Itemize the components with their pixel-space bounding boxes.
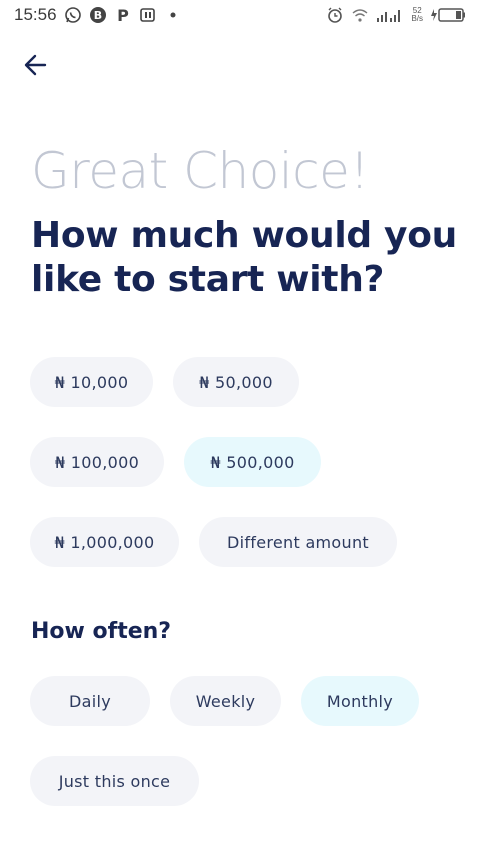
app-notification-icon	[139, 6, 157, 24]
svg-text:B: B	[93, 9, 101, 22]
amount-chip-500000[interactable]: ₦ 500,000	[184, 437, 321, 487]
amount-chip-label: ₦ 10,000	[54, 372, 129, 392]
dot-icon	[164, 6, 182, 24]
signal-icon	[376, 6, 404, 24]
frequency-chip-monthly[interactable]: Monthly	[301, 676, 419, 726]
amount-chip-label: ₦ 1,000,000	[54, 532, 155, 552]
amount-chip-1000000[interactable]: ₦ 1,000,000	[30, 517, 179, 567]
frequency-title: How often?	[31, 619, 172, 644]
network-speed-unit: B/s	[411, 14, 423, 23]
status-bar-left: 15:56 B P	[14, 5, 182, 25]
network-speed: 52 B/s	[411, 7, 423, 23]
paypal-icon: P	[114, 6, 132, 24]
status-bar: 15:56 B P 52 B/s	[0, 0, 480, 30]
back-button[interactable]	[20, 50, 50, 80]
frequency-chip-label: Weekly	[195, 691, 256, 711]
frequency-chip-daily[interactable]: Daily	[30, 676, 150, 726]
frequency-chip-weekly[interactable]: Weekly	[170, 676, 281, 726]
amount-chip-label: Different amount	[227, 532, 369, 552]
amount-chip-label: ₦ 500,000	[210, 452, 295, 472]
page-headline: Great Choice!	[31, 142, 369, 200]
arrow-left-icon	[24, 54, 47, 76]
alarm-icon	[326, 6, 344, 24]
frequency-chip-label: Daily	[69, 691, 111, 711]
wifi-icon	[351, 6, 369, 24]
battery-charging-icon	[430, 6, 466, 24]
amount-chip-label: ₦ 50,000	[199, 372, 273, 392]
status-time: 15:56	[14, 5, 57, 24]
frequency-chip-just-once[interactable]: Just this once	[30, 756, 199, 806]
amount-chip-10000[interactable]: ₦ 10,000	[30, 357, 153, 407]
frequency-chip-label: Monthly	[326, 691, 394, 711]
amount-question: How much would you like to start with?	[31, 215, 457, 300]
different-amount-chip[interactable]: Different amount	[199, 517, 397, 567]
svg-text:P: P	[117, 6, 129, 24]
status-bar-right: 52 B/s	[326, 6, 466, 24]
amount-chip-100000[interactable]: ₦ 100,000	[30, 437, 164, 487]
amount-chip-50000[interactable]: ₦ 50,000	[173, 357, 299, 407]
whatsapp-icon	[64, 6, 82, 24]
amount-chip-label: ₦ 100,000	[54, 452, 140, 472]
bitcoin-icon: B	[89, 6, 107, 24]
frequency-chip-label: Just this once	[58, 771, 171, 791]
